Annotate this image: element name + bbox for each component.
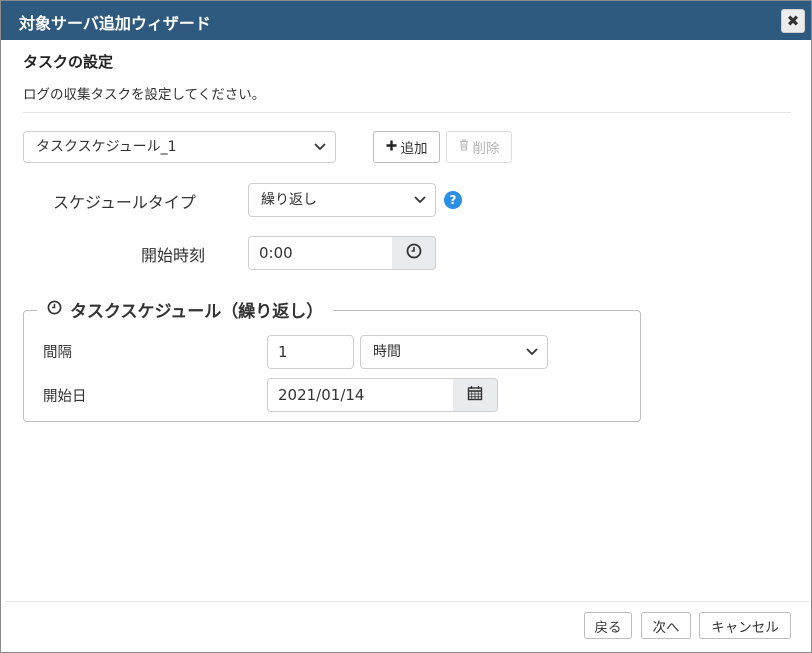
section-description: ログの収集タスクを設定してください。 [23, 87, 266, 103]
wizard-dialog: 対象サーバ追加ウィザード ✖ タスクの設定 ログの収集タスクを設定してください。… [0, 0, 812, 653]
divider [23, 112, 791, 113]
interval-input[interactable]: 1 [267, 335, 354, 369]
start-time-input[interactable]: 0:00 [248, 236, 393, 270]
next-button[interactable]: 次へ [641, 612, 691, 639]
interval-unit-value: 時間 [373, 344, 401, 360]
interval-unit-select[interactable]: 時間 [360, 335, 548, 369]
add-button[interactable]: 追加 [373, 131, 440, 163]
delete-button-label: 削除 [472, 141, 500, 157]
schedule-type-select[interactable]: 繰り返し [248, 183, 436, 217]
add-button-label: 追加 [400, 141, 428, 157]
repeat-group-title: タスクスケジュール（繰り返し） [70, 302, 324, 322]
schedule-type-label: スケジュールタイプ [53, 193, 196, 212]
help-icon[interactable]: ? [444, 191, 462, 209]
repeat-group-legend: タスクスケジュール（繰り返し） [37, 297, 334, 322]
chevron-down-icon [313, 132, 327, 162]
cancel-button[interactable]: キャンセル [699, 612, 791, 639]
chevron-down-icon [413, 184, 427, 216]
close-button[interactable]: ✖ [781, 9, 805, 33]
schedule-select-value: タスクスケジュール_1 [36, 139, 177, 155]
interval-label: 間隔 [43, 345, 72, 361]
window-title: 対象サーバ追加ウィザード [19, 14, 211, 33]
start-time-label: 開始時刻 [141, 246, 206, 265]
section-title: タスクの設定 [23, 53, 114, 71]
calendar-icon [467, 385, 483, 405]
delete-button[interactable]: 削除 [446, 131, 512, 163]
plus-icon [386, 139, 397, 155]
back-button[interactable]: 戻る [584, 612, 632, 639]
title-bar: 対象サーバ追加ウィザード ✖ [1, 1, 811, 40]
time-picker-button[interactable] [392, 236, 436, 270]
start-date-label: 開始日 [43, 389, 87, 405]
footer-divider [6, 601, 809, 602]
clock-icon [47, 300, 62, 320]
schedule-select[interactable]: タスクスケジュール_1 [23, 131, 336, 163]
close-icon: ✖ [786, 12, 800, 30]
start-date-input[interactable]: 2021/01/14 [267, 378, 454, 412]
clock-icon [406, 243, 422, 263]
trash-icon [459, 139, 469, 155]
schedule-type-value: 繰り返し [261, 192, 317, 208]
date-picker-button[interactable] [453, 378, 498, 412]
chevron-down-icon [525, 336, 539, 368]
